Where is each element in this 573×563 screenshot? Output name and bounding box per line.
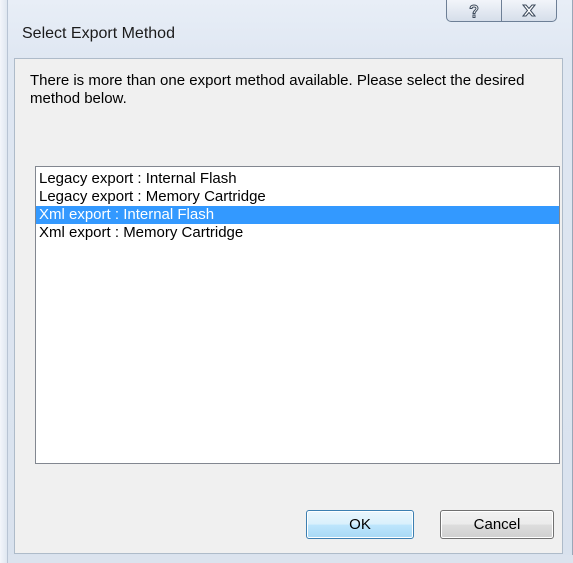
instruction-message: There is more than one export method ava… [30,72,525,107]
list-item[interactable]: Legacy export : Internal Flash [36,170,559,188]
window-bottom-border [8,555,573,563]
close-button[interactable] [501,0,557,22]
window-left-border [0,0,8,563]
window-title: Select Export Method [22,25,175,42]
cancel-button[interactable]: Cancel [440,510,554,539]
ok-button[interactable]: OK [306,510,414,539]
help-button[interactable] [446,0,502,22]
dialog-window: Select Export Method There is more than … [0,0,573,563]
close-x-icon [522,4,536,17]
list-item-selected[interactable]: Xml export : Internal Flash [36,206,559,224]
list-item[interactable]: Xml export : Memory Cartridge [36,224,559,242]
list-item[interactable]: Legacy export : Memory Cartridge [36,188,559,206]
export-method-list[interactable]: Legacy export : Internal Flash Legacy ex… [35,166,560,464]
dialog-content: There is more than one export method ava… [14,58,563,554]
help-question-icon [469,4,479,18]
